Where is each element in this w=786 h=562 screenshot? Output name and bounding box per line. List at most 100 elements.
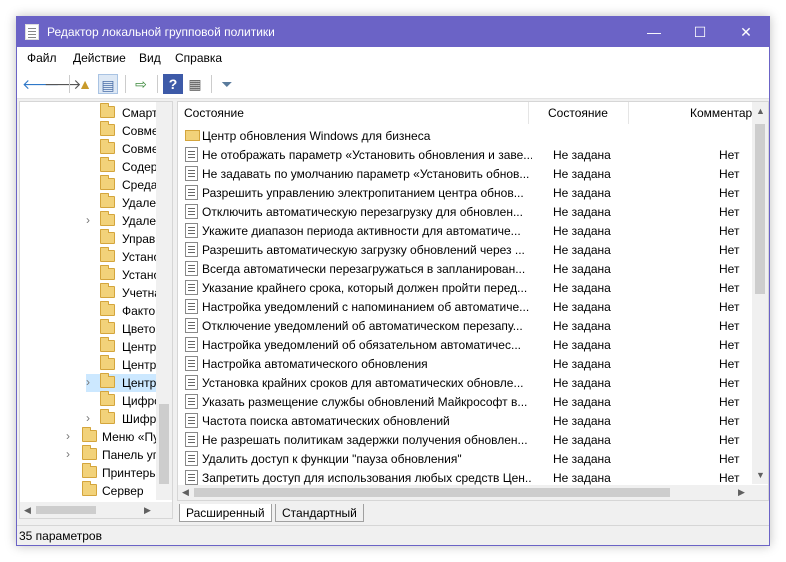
maximize-button[interactable]: ☐ [677,17,723,47]
status-bar: 35 параметров [17,525,769,545]
list-vertical-scrollbar[interactable]: ▲ ▼ [752,102,768,484]
tab-standard[interactable]: Стандартный [275,504,364,522]
policy-setting-icon [185,299,198,314]
forward-icon[interactable]: 🡒 [44,74,82,94]
view-tabs: Расширенный Стандартный [177,504,769,524]
policy-row[interactable]: Не отображать параметр «Установить обнов… [178,145,752,164]
gpedit-window: Редактор локальной групповой политики — … [16,16,770,546]
tab-extended[interactable]: Расширенный [179,504,272,522]
scroll-up-icon[interactable]: ▲ [756,106,765,116]
toolbar-separator [69,75,70,93]
policy-row[interactable]: Отключение уведомлений об автоматическом… [178,316,752,335]
scroll-left-icon[interactable]: ◀ [182,487,189,498]
tree-vertical-scrollbar[interactable] [156,102,172,500]
folder-icon [100,139,115,154]
policy-setting-icon [185,280,198,295]
folder-icon [82,427,97,442]
folder-icon [100,247,115,262]
toolbar: 🡐 🡒 ▲ ▤ ⇨ ? ▦ ⏷ [17,69,769,99]
status-count: 35 параметров [19,529,102,543]
policy-setting-icon [185,470,198,485]
column-header-comment[interactable]: Комментар [690,102,752,124]
policy-setting-icon [185,451,198,466]
chevron-right-icon[interactable]: › [86,213,90,227]
policy-setting-icon [185,166,198,181]
help-icon[interactable]: ? [163,74,183,94]
chevron-right-icon[interactable]: › [86,375,90,389]
menu-help[interactable]: Справка [175,51,222,65]
policy-row[interactable]: Укажите диапазон периода активности для … [178,221,752,240]
policy-row[interactable]: Настройка автоматического обновления Не з… [178,354,752,373]
chevron-right-icon[interactable]: › [66,447,70,461]
column-header-name[interactable]: Состояние [184,102,244,124]
menu-bar: Файл Действие Вид Справка [17,47,769,69]
app-icon [25,24,39,40]
filter-icon[interactable]: ⏷ [217,74,237,94]
show-hide-tree-icon[interactable]: ▤ [98,74,118,94]
title-bar[interactable]: Редактор локальной групповой политики — … [17,17,769,47]
folder-icon [100,391,115,406]
folder-icon [100,229,115,244]
policy-setting-icon [185,394,198,409]
policy-row[interactable]: Удалить доступ к функции "пауза обновлен… [178,449,752,468]
scrollbar-thumb[interactable] [755,124,765,294]
close-button[interactable]: ✕ [723,17,769,47]
policy-setting-icon [185,318,198,333]
chevron-right-icon[interactable]: › [86,411,90,425]
properties-icon[interactable]: ▦ [185,74,205,94]
policy-row[interactable]: Частота поиска автоматических обновлений… [178,411,752,430]
policy-row[interactable]: Установка крайних сроков для автоматичес… [178,373,752,392]
scroll-down-icon[interactable]: ▼ [756,470,765,480]
column-header-state[interactable]: Состояние [548,102,608,124]
policy-setting-icon [185,204,198,219]
folder-icon [82,445,97,460]
policy-row[interactable]: Разрешить управлению электропитанием цен… [178,183,752,202]
toolbar-separator [157,75,158,93]
policy-row[interactable]: Отключить автоматическую перезагрузку дл… [178,202,752,221]
window-title: Редактор локальной групповой политики [47,25,275,39]
column-divider[interactable] [628,102,629,124]
policy-setting-icon [185,223,198,238]
back-icon[interactable]: 🡐 [22,74,60,94]
policy-setting-icon [185,261,198,276]
scroll-left-icon[interactable]: ◀ [24,505,31,516]
list-horizontal-scrollbar[interactable]: ◀ ▶ [178,485,768,500]
folder-icon [100,283,115,298]
column-divider[interactable] [528,102,529,124]
folder-row[interactable]: Центр обновления Windows для бизнеса [178,126,752,145]
folder-icon [100,301,115,316]
policy-setting-icon [185,432,198,447]
toolbar-separator [211,75,212,93]
folder-icon [100,373,115,388]
scroll-right-icon[interactable]: ▶ [738,487,745,498]
policy-row[interactable]: Настройка уведомлений с напоминанием об … [178,297,752,316]
policy-row[interactable]: Всегда автоматически перезагружаться в з… [178,259,752,278]
scrollbar-thumb[interactable] [194,488,670,497]
tree-horizontal-scrollbar[interactable]: ◀ ▶ [20,502,172,518]
up-folder-icon[interactable]: ▲ [75,74,95,94]
folder-icon [100,157,115,172]
folder-icon [100,337,115,352]
menu-action[interactable]: Действие [73,51,126,65]
folder-icon [100,193,115,208]
policy-row[interactable]: Настройка уведомлений об обязательном ав… [178,335,752,354]
chevron-right-icon[interactable]: › [66,429,70,443]
scroll-right-icon[interactable]: ▶ [144,505,151,516]
policy-row[interactable]: Не задавать по умолчанию параметр «Устан… [178,164,752,183]
policy-setting-icon [185,185,198,200]
menu-view[interactable]: Вид [139,51,161,65]
policy-setting-icon [185,147,198,162]
folder-icon [100,175,115,190]
export-list-icon[interactable]: ⇨ [131,74,151,94]
policy-row[interactable]: Указать размещение службы обновлений Май… [178,392,752,411]
scrollbar-thumb[interactable] [159,404,169,484]
policy-row[interactable]: Разрешить автоматическую загрузку обновл… [178,240,752,259]
policy-row[interactable]: Не разрешать политикам задержки получени… [178,430,752,449]
tree-pane: Смарт Совме Совме Содер Среда Удален › Уд… [19,101,173,519]
minimize-button[interactable]: — [631,17,677,47]
folder-icon [100,103,115,118]
scrollbar-thumb[interactable] [36,506,96,514]
menu-file[interactable]: Файл [27,51,57,65]
policy-row[interactable]: Указание крайнего срока, который должен … [178,278,752,297]
policy-setting-icon [185,242,198,257]
